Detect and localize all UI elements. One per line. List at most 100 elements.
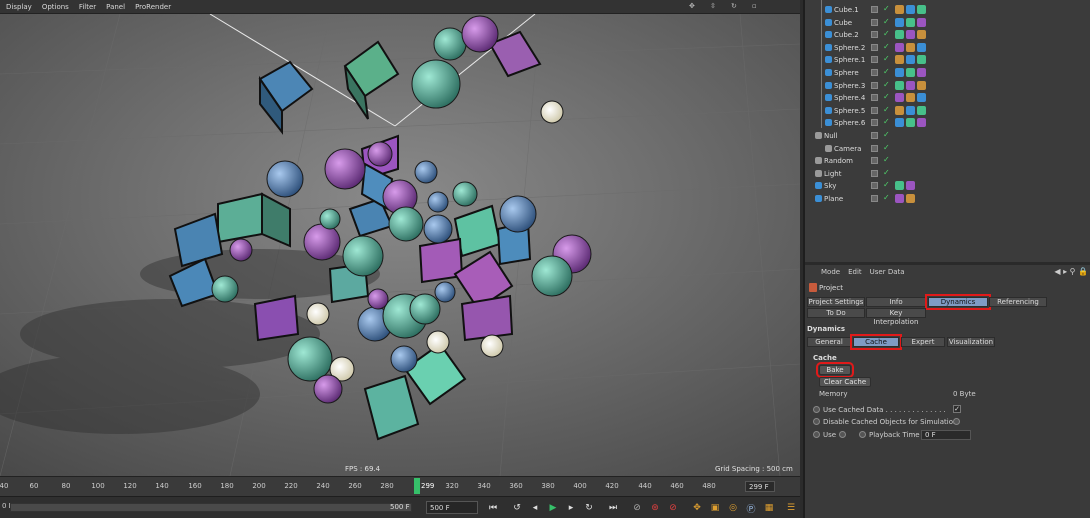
sphere-object[interactable] <box>211 275 239 303</box>
object-tag-icon[interactable] <box>906 80 915 90</box>
object-tag-icon[interactable] <box>895 105 904 115</box>
enabled-check-icon[interactable]: ✓ <box>883 80 890 89</box>
cube-object[interactable] <box>460 294 514 342</box>
sphere-object[interactable] <box>531 255 573 297</box>
object-row[interactable]: Sphere.2 ✓ <box>805 42 1090 54</box>
sphere-object[interactable] <box>499 195 537 233</box>
object-tag-icon[interactable] <box>917 42 926 52</box>
enabled-check-icon[interactable]: ✓ <box>883 29 890 38</box>
goto-start-icon[interactable]: ⏮ <box>486 501 500 515</box>
visibility-toggle[interactable] <box>871 81 878 89</box>
object-tag-icon[interactable] <box>906 118 915 128</box>
enabled-check-icon[interactable]: ✓ <box>883 168 890 177</box>
tab-cache[interactable]: Cache <box>850 334 902 350</box>
object-row[interactable]: Sphere.3 ✓ <box>805 80 1090 92</box>
menu-options[interactable]: Options <box>42 3 69 11</box>
next-frame-icon[interactable]: ▸ <box>564 501 578 515</box>
prev-frame-icon[interactable]: ◂ <box>528 501 542 515</box>
max-frame-field[interactable]: 500 F <box>426 501 478 514</box>
object-name[interactable]: Cube.1 <box>834 6 859 14</box>
visibility-toggle[interactable] <box>871 56 878 64</box>
object-name[interactable]: Camera <box>834 145 861 153</box>
sphere-object[interactable] <box>461 15 499 53</box>
object-tag-icon[interactable] <box>895 181 904 191</box>
menu-display[interactable]: Display <box>6 3 32 11</box>
enabled-check-icon[interactable]: ✓ <box>883 117 890 126</box>
object-tag-icon[interactable] <box>917 30 926 40</box>
object-name[interactable]: Sphere.2 <box>834 44 865 52</box>
visibility-toggle[interactable] <box>871 132 878 139</box>
sphere-object[interactable] <box>480 334 504 358</box>
disable-cached-checkbox[interactable] <box>953 418 960 425</box>
animate-radio[interactable] <box>859 431 866 438</box>
object-tag-icon[interactable] <box>906 5 915 14</box>
sphere-object[interactable] <box>414 160 438 184</box>
goto-end-icon[interactable]: ⏭ <box>606 501 620 515</box>
toggle-view-icon[interactable]: ▫ <box>752 2 760 10</box>
menu-edit[interactable]: Edit <box>848 268 862 276</box>
tab-referencing[interactable]: Referencing <box>989 297 1047 307</box>
sphere-object[interactable] <box>390 345 418 373</box>
tab-todo[interactable]: To Do <box>807 308 865 318</box>
visibility-toggle[interactable] <box>871 43 878 51</box>
bake-button[interactable]: Bake <box>816 362 854 378</box>
object-name[interactable]: Sky <box>824 182 836 190</box>
visibility-toggle[interactable] <box>871 169 878 177</box>
visibility-toggle[interactable] <box>871 144 878 152</box>
tab-key-interpolation[interactable]: Key Interpolation <box>866 308 926 326</box>
sphere-object[interactable] <box>433 27 467 61</box>
object-row[interactable]: Camera ✓ <box>805 143 1090 155</box>
object-manager[interactable]: Cube.1 ✓ Cube ✓ Cube.2 ✓ Sphere.2 ✓ Sphere.1 ✓ Sph… <box>805 0 1090 262</box>
menu-mode[interactable]: Mode <box>821 268 840 276</box>
object-tag-icon[interactable] <box>917 17 926 27</box>
use-checkbox[interactable] <box>839 431 846 438</box>
object-row[interactable]: Sky ✓ <box>805 180 1090 192</box>
object-row[interactable]: Cube ✓ <box>805 17 1090 29</box>
object-tag-icon[interactable] <box>906 17 915 27</box>
autokey-icon[interactable]: ⊘ <box>666 501 680 515</box>
enabled-check-icon[interactable]: ✓ <box>883 67 890 76</box>
key-pla-icon[interactable]: ▦ <box>762 501 776 515</box>
object-tag-icon[interactable] <box>906 105 915 115</box>
sphere-object[interactable] <box>427 191 449 213</box>
visibility-toggle[interactable] <box>871 31 878 39</box>
visibility-toggle[interactable] <box>871 157 878 165</box>
enabled-check-icon[interactable]: ✓ <box>883 42 890 51</box>
object-tag-icon[interactable] <box>917 68 926 77</box>
key-rotation-icon[interactable]: ◎ <box>726 501 740 515</box>
sphere-object[interactable] <box>229 238 253 262</box>
object-tag-icon[interactable] <box>895 118 904 128</box>
sphere-object[interactable] <box>319 208 341 230</box>
object-tag-icon[interactable] <box>895 80 904 90</box>
object-tag-icon[interactable] <box>917 55 926 65</box>
object-name[interactable]: Null <box>824 132 838 140</box>
object-row[interactable]: Cube.1 ✓ <box>805 4 1090 16</box>
sphere-object[interactable] <box>306 302 330 326</box>
sphere-object[interactable] <box>540 100 564 124</box>
object-row[interactable]: Sphere.5 ✓ <box>805 105 1090 117</box>
object-row[interactable]: Null ✓ <box>805 130 1090 142</box>
preview-range-slider[interactable] <box>10 503 412 512</box>
animate-radio[interactable] <box>813 406 820 413</box>
object-tag-icon[interactable] <box>906 55 915 65</box>
scene-render[interactable] <box>0 14 800 476</box>
menu-prorender[interactable]: ProRender <box>135 3 171 11</box>
object-name[interactable]: Light <box>824 170 841 178</box>
enabled-check-icon[interactable]: ✓ <box>883 130 890 139</box>
menu-user-data[interactable]: User Data <box>870 268 905 276</box>
enabled-check-icon[interactable]: ✓ <box>883 143 890 152</box>
prev-key-icon[interactable]: ↺ <box>510 501 524 515</box>
playback-time-field[interactable]: 0 F <box>921 430 971 440</box>
tab-expert[interactable]: Expert <box>901 337 945 347</box>
object-row[interactable]: Random ✓ <box>805 155 1090 167</box>
sphere-object[interactable] <box>266 160 304 198</box>
object-row[interactable]: Sphere.6 ✓ <box>805 117 1090 129</box>
object-tag-icon[interactable] <box>906 68 915 77</box>
object-name[interactable]: Sphere.5 <box>834 107 865 115</box>
object-tag-icon[interactable] <box>917 5 926 14</box>
tab-project-settings[interactable]: Project Settings <box>807 297 865 307</box>
sphere-object[interactable] <box>342 235 384 277</box>
enabled-check-icon[interactable]: ✓ <box>883 105 890 114</box>
next-key-icon[interactable]: ↻ <box>582 501 596 515</box>
enabled-check-icon[interactable]: ✓ <box>883 54 890 63</box>
